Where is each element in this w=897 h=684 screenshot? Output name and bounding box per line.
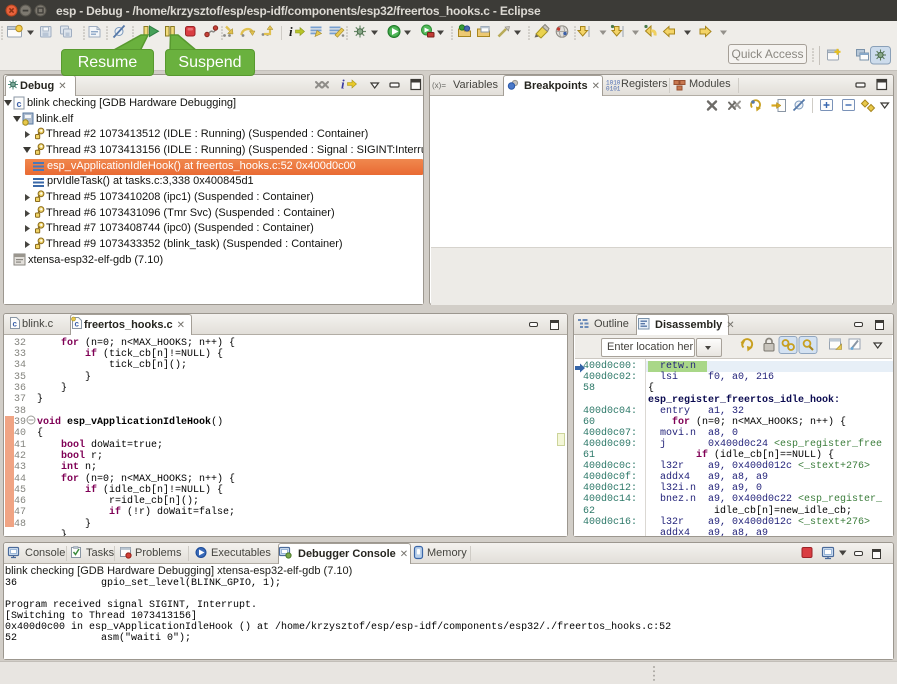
svg-text:0101: 0101 [606, 86, 621, 93]
svg-text:c: c [75, 320, 80, 329]
svg-text:c: c [17, 99, 22, 109]
svg-text:(x)=: (x)= [432, 81, 446, 90]
svg-text:i: i [289, 24, 293, 39]
svg-text:i: i [341, 77, 345, 92]
svg-text:c: c [13, 320, 18, 329]
